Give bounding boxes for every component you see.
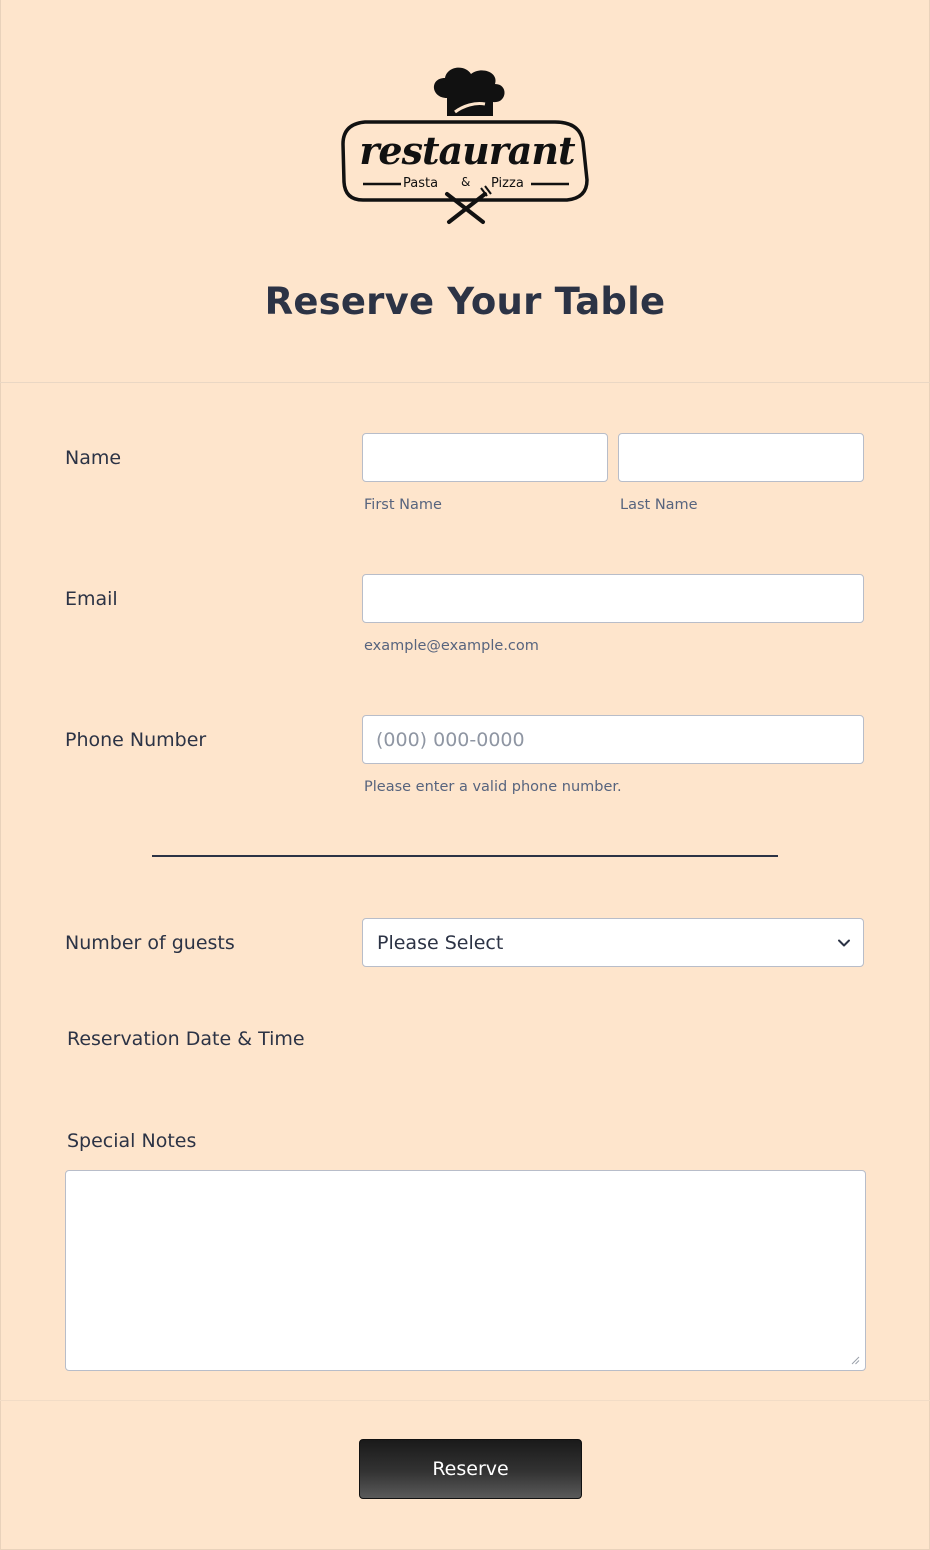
email-label: Email [65,588,118,610]
guests-label: Number of guests [65,932,235,954]
guests-select[interactable]: Please Select [362,918,864,967]
phone-label: Phone Number [65,729,207,751]
special-notes-textarea[interactable] [65,1170,866,1371]
logo-subtitle-ampersand: & [461,175,471,189]
phone-input[interactable] [362,715,864,764]
logo-subtitle-right: Pizza [491,176,524,191]
guests-selected-value: Please Select [377,932,504,954]
page-title: Reserve Your Table [264,280,666,323]
last-name-sublabel: Last Name [620,497,698,513]
logo-wordmark: restaurant [359,128,575,173]
header-divider [0,382,930,383]
restaurant-logo: restaurant Pasta & Pizza [335,62,597,232]
first-name-sublabel: First Name [364,497,442,513]
name-label: Name [65,447,122,469]
reserve-button[interactable]: Reserve [359,1439,582,1499]
special-notes-label: Special Notes [67,1130,197,1152]
chevron-down-icon [838,939,850,947]
first-name-input[interactable] [362,433,608,482]
footer-divider [0,1400,930,1401]
email-sublabel: example@example.com [364,638,539,654]
section-divider [152,855,778,857]
resize-grip-icon[interactable] [850,1355,860,1365]
reservation-datetime-label: Reservation Date & Time [67,1028,305,1050]
logo-subtitle-left: Pasta [403,176,439,191]
phone-sublabel: Please enter a valid phone number. [364,779,622,795]
email-field[interactable] [362,574,864,623]
last-name-input[interactable] [618,433,864,482]
